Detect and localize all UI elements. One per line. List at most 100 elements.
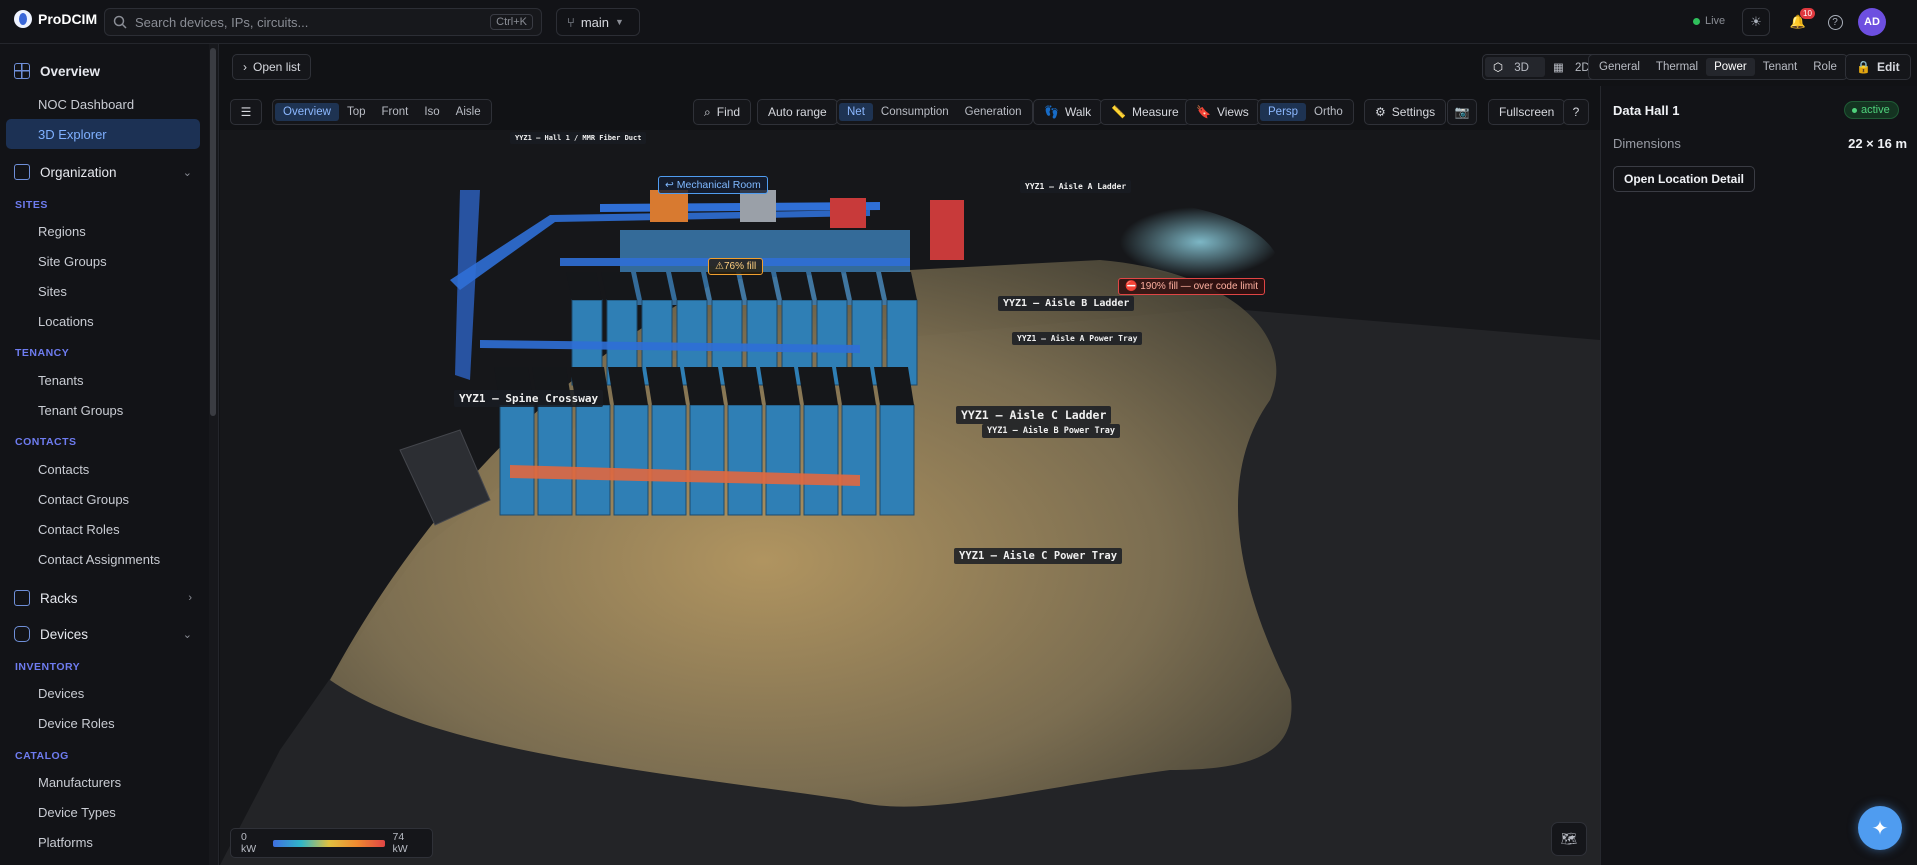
notifications-button[interactable]: 🔔 10 [1784,8,1815,36]
open-list-button[interactable]: › Open list [232,54,312,80]
camera-icon: 📷 [1454,105,1470,119]
open-location-detail-button[interactable]: Open Location Detail [1613,166,1756,192]
measure-button[interactable]: 📏 Measure [1100,99,1190,125]
rack[interactable] [689,404,725,516]
settings-label: Settings [1391,105,1436,119]
nav-overview[interactable]: Overview [6,56,204,86]
section-tenancy: TENANCY [15,347,70,359]
nav-inventory-devices[interactable]: Devices [6,678,200,708]
camera-tab-top[interactable]: Top [339,103,374,121]
pdu-red-2[interactable] [930,200,964,260]
minimap-button[interactable]: 🗺 [1551,822,1587,856]
nav-site-groups[interactable]: Site Groups [6,246,200,276]
find-button[interactable]: ⌕ Find [693,99,752,125]
rack[interactable] [537,404,573,516]
camera-tab-iso[interactable]: Iso [416,103,447,121]
label-mechanical-room[interactable]: ↩ Mechanical Room [658,176,768,194]
nav-sites[interactable]: Sites [6,276,200,306]
overview-icon [14,63,30,79]
pdu-orange[interactable] [650,190,688,222]
screenshot-button[interactable]: 📷 [1447,99,1477,125]
user-avatar[interactable]: AD [1858,8,1886,36]
tree-toggle-button[interactable]: ☰ [230,99,262,125]
overlay-tab-power[interactable]: Power [1706,58,1755,76]
nav-organization[interactable]: Organization ⌄ [6,157,204,187]
sidebar-scrollbar[interactable] [210,48,216,416]
nav-device-roles[interactable]: Device Roles [6,708,200,738]
walk-button[interactable]: 👣 Walk [1033,99,1103,125]
label-fill-warning[interactable]: ⚠76% fill [708,258,764,275]
fullscreen-button[interactable]: Fullscreen [1488,99,1566,125]
camera-tab-front[interactable]: Front [373,103,416,121]
label-aisle-c-power-tray[interactable]: YYZ1 — Aisle C Power Tray [954,548,1123,564]
views-button[interactable]: 🔖 Views [1185,99,1260,125]
rack[interactable] [879,404,915,516]
nav-noc-dashboard[interactable]: NOC Dashboard [6,89,200,119]
nav-tenants[interactable]: Tenants [6,365,200,395]
settings-button[interactable]: ⚙ Settings [1364,99,1447,125]
camera-tab-aisle[interactable]: Aisle [448,103,489,121]
nav-locations[interactable]: Locations [6,306,200,336]
nav-platforms[interactable]: Platforms [6,827,200,857]
nav-tenant-groups[interactable]: Tenant Groups [6,395,200,425]
app-logo[interactable]: ProDCIM [14,10,97,28]
branch-selector[interactable]: ⑂ main ▼ [556,8,640,36]
nav-contact-groups[interactable]: Contact Groups [6,484,200,514]
power-tab-net[interactable]: Net [839,103,873,121]
label-over-limit[interactable]: ⛔ 190% fill — over code limit [1118,278,1266,295]
nav-contacts[interactable]: Contacts [6,454,200,484]
projection-tab-persp[interactable]: Persp [1260,103,1307,121]
nav-contact-assignments[interactable]: Contact Assignments [6,544,200,574]
label-aisle-a-ladder[interactable]: YYZ1 — Aisle A Ladder [1020,180,1132,193]
power-tab-generation[interactable]: Generation [957,103,1030,121]
rack[interactable] [803,404,839,516]
rack-top [566,272,602,300]
search-input[interactable]: Search devices, IPs, circuits... Ctrl+K [104,8,542,36]
rack[interactable] [499,404,535,516]
label-aisle-b-power-tray[interactable]: YYZ1 — Aisle B Power Tray [982,424,1120,438]
rack[interactable] [613,404,649,516]
section-sites: SITES [15,199,48,211]
rack[interactable] [651,404,687,516]
nav-devices[interactable]: Devices ⌄ [6,619,204,649]
search-shortcut: Ctrl+K [490,14,533,30]
pdu-red-1[interactable] [830,198,866,228]
projection-tab-ortho[interactable]: Ortho [1306,103,1351,121]
ai-assistant-button[interactable]: ✦ [1858,806,1902,850]
rack[interactable] [727,404,763,516]
label-aisle-a-power-tray[interactable]: YYZ1 — Aisle A Power Tray [1012,332,1143,345]
edit-button[interactable]: 🔒 Edit [1845,54,1911,80]
nav-device-types[interactable]: Device Types [6,797,200,827]
nav-racks[interactable]: Racks › [6,583,204,613]
3d-scene[interactable] [220,130,1600,865]
overlay-tab-general[interactable]: General [1591,58,1648,76]
theme-toggle-button[interactable]: ☀ [1742,8,1770,36]
logo-icon [14,10,32,28]
nav-manufacturers[interactable]: Manufacturers [6,767,200,797]
view-3d-button[interactable]: ⬡ 3D [1485,57,1545,77]
label-spine-crossway[interactable]: YYZ1 — Spine Crossway [454,390,604,407]
rack[interactable] [841,404,877,516]
label-aisle-b-ladder[interactable]: YYZ1 — Aisle B Ladder [998,296,1135,311]
help-button[interactable]: ? [1821,8,1849,36]
rack[interactable] [765,404,801,516]
nav-contact-roles[interactable]: Contact Roles [6,514,200,544]
overlay-tab-tenant[interactable]: Tenant [1755,58,1806,76]
overlay-tab-role[interactable]: Role [1805,58,1845,76]
warning-icon: ⚠ [715,261,724,272]
nav-regions[interactable]: Regions [6,216,200,246]
rack[interactable] [575,404,611,516]
power-tab-consumption[interactable]: Consumption [873,103,957,121]
rack-icon [14,590,30,606]
label-aisle-c-ladder[interactable]: YYZ1 — Aisle C Ladder [956,406,1112,424]
3d-viewport[interactable]: YYZ1 — Hall 1 / MMR Fiber Duct ↩ Mechani… [220,130,1600,865]
overlay-tab-thermal[interactable]: Thermal [1648,58,1706,76]
auto-range-button[interactable]: Auto range [757,99,838,125]
camera-tab-overview[interactable]: Overview [275,103,339,121]
pdu-grey[interactable] [740,190,776,222]
label-fiber-duct[interactable]: YYZ1 — Hall 1 / MMR Fiber Duct [510,132,647,144]
help-button[interactable]: ? [1563,99,1589,125]
sun-icon: ☀ [1750,14,1762,29]
nav-3d-explorer[interactable]: 3D Explorer [6,119,200,149]
stop-icon: ⛔ [1125,281,1138,292]
